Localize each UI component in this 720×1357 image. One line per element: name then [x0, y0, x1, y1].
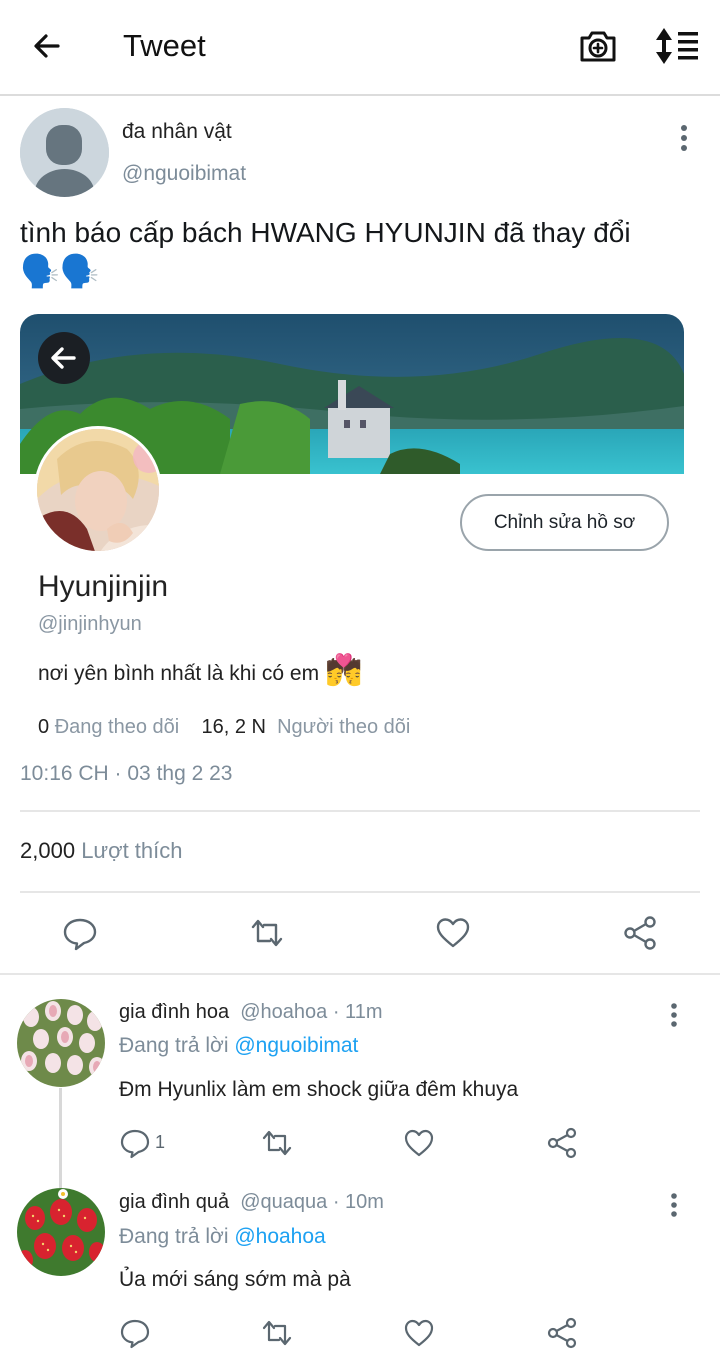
replying-mention[interactable]: @hoahoa: [234, 1225, 325, 1248]
replying-to: Đang trả lời @hoahoa: [119, 1225, 326, 1249]
page-title: Tweet: [123, 28, 206, 63]
sort-icon[interactable]: [654, 26, 702, 66]
replying-label: Đang trả lời: [119, 1225, 229, 1248]
share-icon[interactable]: [622, 915, 658, 951]
profile-handle: @jinjinhyun: [38, 613, 142, 635]
followers-count: 16, 2 N: [201, 716, 266, 738]
reply-header: gia đình quả @quaqua · 10m: [119, 1191, 384, 1214]
retweet-icon[interactable]: [261, 1317, 293, 1349]
reply-author-handle[interactable]: @quaqua: [240, 1191, 327, 1213]
likes-count: 2,000: [20, 838, 76, 863]
edit-profile-button: Chỉnh sửa hồ sơ: [460, 494, 669, 551]
profile-name: Hyunjinjin: [38, 570, 169, 603]
divider: [0, 973, 720, 975]
following-count: 0: [38, 716, 50, 738]
arrow-left-icon[interactable]: [28, 26, 68, 66]
share-icon[interactable]: [546, 1127, 578, 1159]
thread-line: [59, 1088, 62, 1188]
author-avatar[interactable]: [20, 108, 109, 197]
replying-mention[interactable]: @nguoibimat: [234, 1034, 358, 1057]
following-label: Đang theo dõi: [54, 716, 180, 738]
profile-stats: 0 Đang theo dõi 16, 2 N Người theo dõi: [38, 716, 410, 739]
speaking-head-emoji: 🗣️🗣️: [20, 253, 100, 289]
more-vertical-icon[interactable]: [662, 1190, 686, 1220]
author-name[interactable]: đa nhân vật: [122, 120, 232, 144]
tweet-timestamp: 10:16 CH · 03 thg 2 23: [20, 762, 233, 785]
reply-icon[interactable]: [119, 1127, 151, 1159]
reply-avatar-flowers[interactable]: [17, 999, 105, 1087]
arrow-left-icon: [51, 347, 76, 369]
divider: [20, 810, 700, 812]
divider: [20, 891, 700, 893]
reply-author-name[interactable]: gia đình hoa: [119, 1001, 229, 1023]
reply-header: gia đình hoa @hoahoa · 11m: [119, 1001, 382, 1024]
kiss-emoji: 💏: [324, 654, 363, 687]
reply-icon[interactable]: [62, 915, 98, 951]
retweet-icon[interactable]: [249, 915, 285, 951]
followers-label: Người theo dõi: [277, 716, 411, 738]
reply-time: · 10m: [332, 1191, 384, 1213]
more-vertical-icon[interactable]: [662, 1000, 686, 1030]
tweet-text: tình báo cấp bách HWANG HYUNJIN đã thay …: [20, 214, 700, 292]
default-avatar-icon: [20, 108, 109, 197]
reply-time: · 11m: [332, 1001, 383, 1023]
profile-avatar: [34, 426, 162, 554]
top-app-bar: Tweet: [0, 0, 720, 96]
replying-label: Đang trả lời: [119, 1034, 229, 1057]
more-vertical-icon[interactable]: [668, 120, 700, 156]
share-icon[interactable]: [546, 1317, 578, 1349]
heart-icon[interactable]: [403, 1317, 435, 1349]
likes-label: Lượt thích: [81, 838, 183, 863]
camera-plus-icon[interactable]: [576, 24, 620, 68]
reply-author-handle[interactable]: @hoahoa: [240, 1001, 327, 1023]
heart-icon[interactable]: [403, 1127, 435, 1159]
tweet-text-content: tình báo cấp bách HWANG HYUNJIN đã thay …: [20, 217, 631, 248]
profile-bio: nơi yên bình nhất là khi có em 💏: [38, 652, 362, 692]
reply-avatar-strawberries[interactable]: [17, 1188, 105, 1276]
card-back-button: [38, 332, 90, 384]
replying-to: Đang trả lời @nguoibimat: [119, 1034, 358, 1058]
profile-bio-text: nơi yên bình nhất là khi có em: [38, 662, 320, 685]
reply-count: 1: [155, 1132, 166, 1152]
reply-author-name[interactable]: gia đình quả: [119, 1191, 229, 1213]
reply-text: Ủa mới sáng sớm mà pà: [119, 1268, 351, 1291]
retweet-icon[interactable]: [261, 1127, 293, 1159]
likes-summary[interactable]: 2,000 Lượt thích: [20, 838, 183, 864]
reply-text: Đm Hyunlix làm em shock giữa đêm khuya: [119, 1078, 519, 1101]
reply-icon[interactable]: [119, 1317, 151, 1349]
author-handle[interactable]: @nguoibimat: [122, 162, 246, 186]
heart-icon[interactable]: [435, 915, 471, 951]
